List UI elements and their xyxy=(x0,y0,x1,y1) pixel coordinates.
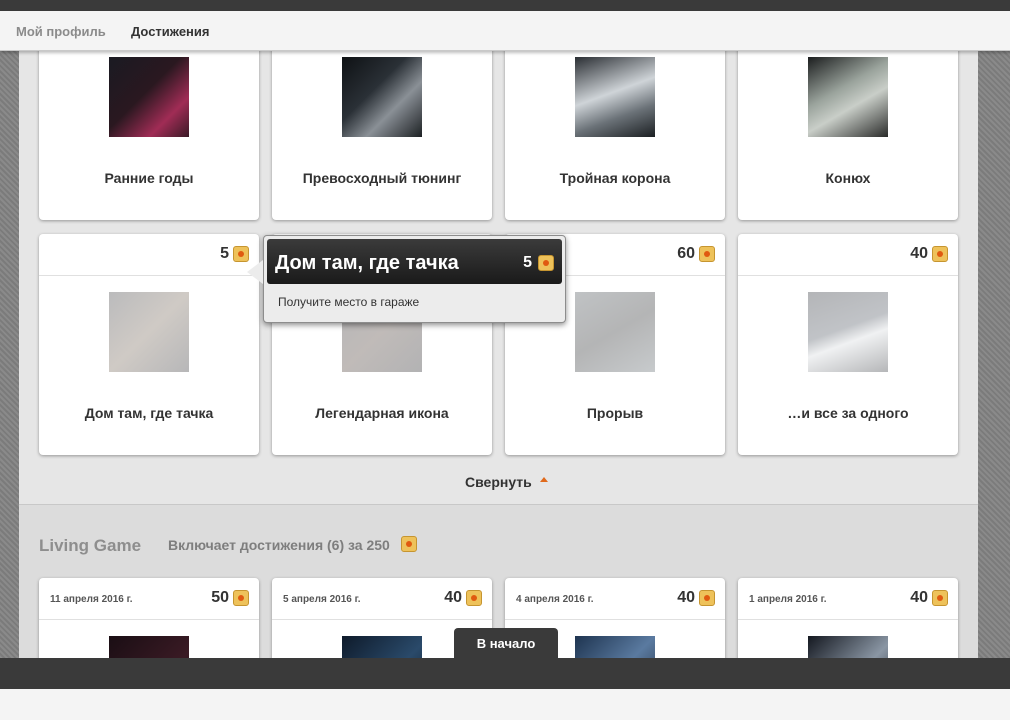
achievement-thumbnail xyxy=(575,57,655,137)
profile-navbar: Мой профиль Достижения xyxy=(0,11,1010,51)
achievement-points: 5 xyxy=(220,245,229,262)
achievement-date: 4 апреля 2016 г. xyxy=(516,594,594,605)
page-background-left xyxy=(0,51,19,658)
achievement-card-header: 5 xyxy=(39,234,259,276)
achievement-title: Ранние годы xyxy=(104,170,194,186)
collapse-button[interactable]: Свернуть xyxy=(465,474,532,490)
achievement-title: …и все за одного xyxy=(787,405,909,421)
achievement-points: 50 xyxy=(211,589,229,606)
points-coin-icon xyxy=(401,536,417,552)
achievement-points: 40 xyxy=(910,245,928,262)
achievement-date: 1 апреля 2016 г. xyxy=(749,594,827,605)
achievement-points: 40 xyxy=(444,589,462,606)
achievement-tooltip: Дом там, где тачка 5 Получите место в га… xyxy=(263,235,566,323)
achievement-thumbnail xyxy=(109,636,189,658)
game-achievements-summary: Включает достижения (6) за 250 xyxy=(168,537,390,553)
points-coin-icon xyxy=(699,246,715,262)
top-strip xyxy=(0,0,1010,11)
achievement-card[interactable]: Ранние годы xyxy=(39,51,259,220)
page-background-right xyxy=(978,51,1010,658)
achievement-thumbnail xyxy=(575,636,655,658)
achievement-thumbnail xyxy=(342,57,422,137)
achievement-points: 40 xyxy=(677,589,695,606)
achievement-date: 5 апреля 2016 г. xyxy=(283,594,361,605)
achievement-card[interactable]: 11 апреля 2016 г. 50 xyxy=(39,578,259,658)
points-coin-icon xyxy=(466,590,482,606)
tooltip-title: Дом там, где тачка xyxy=(275,252,459,274)
achievement-thumbnail xyxy=(808,292,888,372)
achievement-card-header: 11 апреля 2016 г. 50 xyxy=(39,578,259,620)
achievement-card-header: 40 xyxy=(738,234,958,276)
achievement-thumbnail xyxy=(109,292,189,372)
achievement-points: 60 xyxy=(677,245,695,262)
achievement-card[interactable]: Конюх xyxy=(738,51,958,220)
bottom-bar xyxy=(0,658,1010,689)
tooltip-points: 5 xyxy=(523,254,532,271)
nav-my-profile[interactable]: Мой профиль xyxy=(16,24,106,39)
achievement-title: Тройная корона xyxy=(559,170,671,186)
achievement-title: Дом там, где тачка xyxy=(84,405,214,421)
game-title[interactable]: Living Game xyxy=(39,536,141,556)
achievement-title: Превосходный тюнинг xyxy=(302,170,462,186)
achievement-card-header: 5 апреля 2016 г. 40 xyxy=(272,578,492,620)
points-coin-icon xyxy=(233,590,249,606)
achievement-thumbnail xyxy=(808,636,888,658)
achievement-title: Прорыв xyxy=(586,405,644,421)
nav-achievements[interactable]: Достижения xyxy=(131,24,209,39)
bottom-footer xyxy=(0,689,1010,720)
achievements-content: Ранние годы Превосходный тюнинг Тройная … xyxy=(19,51,978,658)
caret-up-icon[interactable] xyxy=(540,477,548,482)
achievement-card[interactable]: Тройная корона xyxy=(505,51,725,220)
achievement-card[interactable]: Превосходный тюнинг xyxy=(272,51,492,220)
achievement-date: 11 апреля 2016 г. xyxy=(50,594,133,605)
achievement-thumbnail xyxy=(575,292,655,372)
achievement-card-header: 4 апреля 2016 г. 40 xyxy=(505,578,725,620)
achievement-points: 40 xyxy=(910,589,928,606)
points-coin-icon xyxy=(538,255,554,271)
points-coin-icon xyxy=(699,590,715,606)
tooltip-header: Дом там, где тачка 5 xyxy=(267,239,562,284)
achievement-card[interactable]: 40 …и все за одного xyxy=(738,234,958,455)
achievement-thumbnail xyxy=(109,57,189,137)
achievement-thumbnail xyxy=(808,57,888,137)
achievement-card-header: 1 апреля 2016 г. 40 xyxy=(738,578,958,620)
achievement-title: Легендарная икона xyxy=(315,405,449,421)
back-to-top-button[interactable]: В начало xyxy=(454,628,558,659)
achievement-card[interactable]: 1 апреля 2016 г. 40 xyxy=(738,578,958,658)
tooltip-pointer xyxy=(247,260,263,284)
points-coin-icon xyxy=(932,246,948,262)
achievement-title: Конюх xyxy=(825,170,871,186)
points-coin-icon xyxy=(932,590,948,606)
achievement-thumbnail xyxy=(342,636,422,658)
tooltip-description: Получите место в гараже xyxy=(278,295,420,309)
achievement-card[interactable]: 5 Дом там, где тачка xyxy=(39,234,259,455)
